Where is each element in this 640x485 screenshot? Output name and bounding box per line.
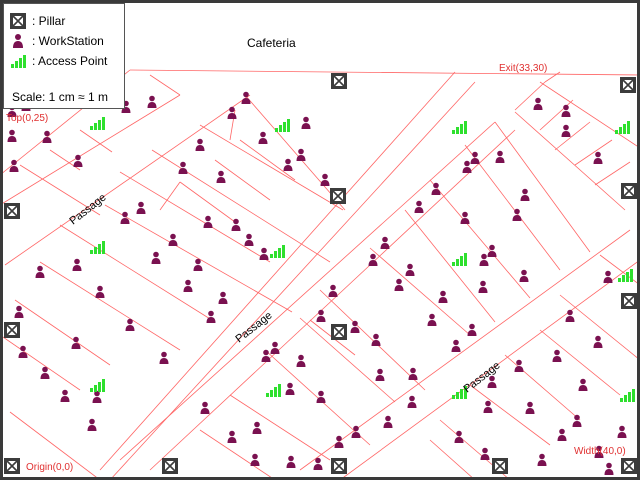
legend-row-workstation: : WorkStation — [10, 33, 104, 49]
pillar-icon — [10, 13, 26, 29]
legend: : Pillar : WorkStation : Access Point Sc… — [3, 3, 125, 109]
legend-row-access-point: : Access Point — [10, 53, 107, 69]
legend-workstation-label: : WorkStation — [32, 34, 104, 48]
workstation-icon — [13, 34, 23, 48]
access-point-icon — [11, 55, 26, 68]
legend-row-pillar: : Pillar — [10, 13, 65, 29]
legend-scale: Scale: 1 cm ≈ 1 m — [12, 90, 108, 104]
legend-pillar-label: : Pillar — [32, 14, 66, 28]
legend-access-point-label: : Access Point — [32, 54, 108, 68]
